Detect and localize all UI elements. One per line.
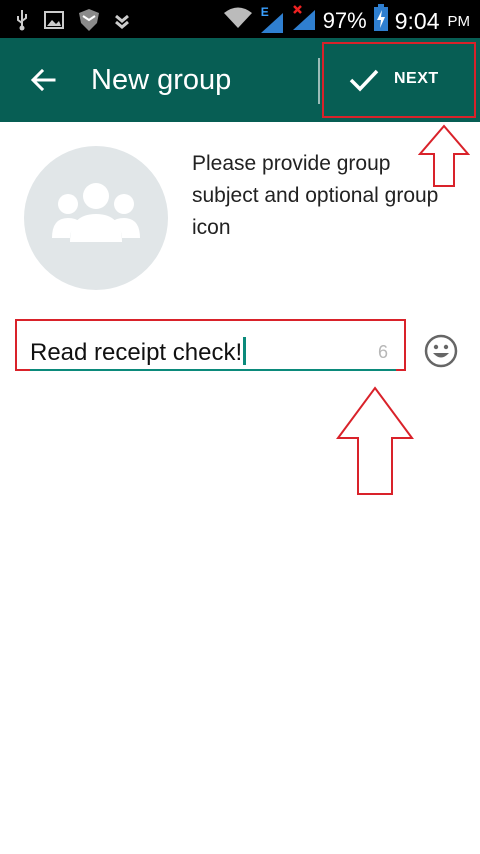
clock-ampm: PM [447, 12, 471, 30]
group-people-icon [52, 183, 140, 242]
text-cursor [243, 337, 247, 365]
group-icon-picker[interactable] [24, 146, 168, 290]
annotation-arrow-up-icon [336, 386, 414, 501]
shield-icon [78, 8, 100, 37]
wifi-icon [223, 6, 253, 36]
group-subject-value: Read receipt check! [30, 339, 243, 366]
signal-icon: E [259, 5, 285, 35]
usb-icon [14, 9, 30, 36]
emoji-icon[interactable] [424, 334, 458, 368]
status-bar: E 97% 9:04 PM [0, 0, 480, 38]
character-counter: 6 [378, 342, 389, 362]
checkmark-icon [348, 66, 380, 94]
next-button[interactable]: NEXT [322, 42, 476, 118]
back-arrow-icon[interactable] [28, 64, 60, 96]
no-signal-icon [291, 4, 317, 38]
download-icon [114, 10, 130, 35]
input-underline [30, 369, 396, 371]
toolbar-divider [318, 58, 320, 104]
page-title: New group [91, 64, 232, 96]
app-bar: New group NEXT [0, 38, 480, 122]
battery-icon [373, 4, 389, 38]
group-subject-input[interactable]: Read receipt check! [30, 337, 247, 367]
battery-percent: 97% [322, 8, 367, 33]
next-button-label: NEXT [394, 70, 439, 87]
annotation-arrow-up-icon [417, 124, 471, 193]
clock-time: 9:04 [394, 7, 440, 34]
image-icon [44, 11, 64, 34]
